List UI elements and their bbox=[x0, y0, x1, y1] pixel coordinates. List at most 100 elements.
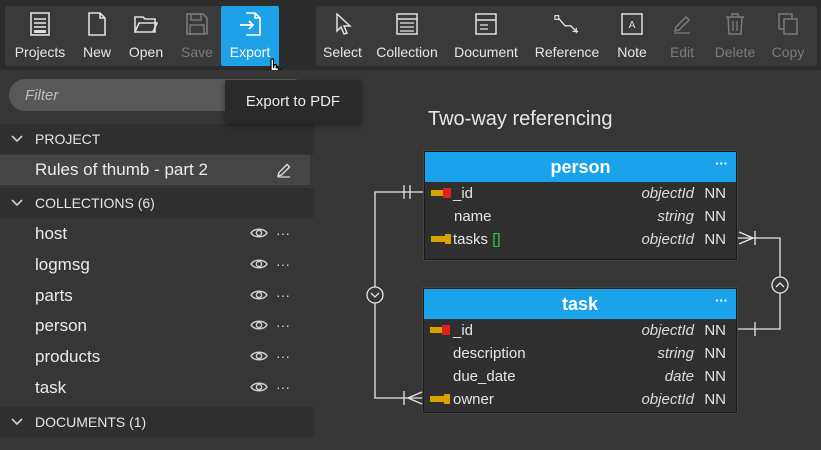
note-button[interactable]: A Note bbox=[607, 6, 657, 66]
pencil-icon bbox=[669, 11, 695, 37]
field-row[interactable]: _id objectId NN bbox=[425, 182, 736, 205]
collection-name: products bbox=[35, 347, 101, 366]
collections-section-header[interactable]: COLLECTIONS (6) bbox=[0, 188, 314, 218]
delete-label: Delete bbox=[714, 44, 756, 60]
field-type: objectId bbox=[641, 322, 694, 339]
field-nn: NN bbox=[704, 368, 726, 385]
more-icon[interactable]: ··· bbox=[276, 349, 290, 363]
collection-label: Collection bbox=[376, 44, 438, 60]
collection-item-host[interactable]: host ··· bbox=[0, 219, 314, 249]
field-type: string bbox=[657, 208, 694, 225]
project-section-header[interactable]: PROJECT bbox=[0, 124, 314, 154]
save-button[interactable]: Save bbox=[173, 6, 221, 66]
save-label: Save bbox=[181, 44, 213, 60]
primary-key-icon bbox=[430, 325, 450, 335]
collection-name: host bbox=[35, 224, 68, 243]
collection-item-logmsg[interactable]: logmsg ··· bbox=[0, 250, 314, 280]
open-button[interactable]: Open bbox=[119, 6, 173, 66]
app-window: Projects New Open Save Export Select Col… bbox=[0, 0, 821, 450]
field-name: _id bbox=[453, 322, 474, 339]
projects-label: Projects bbox=[14, 44, 66, 60]
edit-button[interactable]: Edit bbox=[657, 6, 707, 66]
field-nn: NN bbox=[704, 391, 726, 408]
field-row[interactable]: name string NN bbox=[425, 205, 736, 228]
primary-key-icon bbox=[431, 188, 451, 198]
toolbar-tools-group: Select Collection Document Reference A N… bbox=[316, 6, 817, 66]
field-nn: NN bbox=[704, 231, 726, 248]
edit-label: Edit bbox=[669, 44, 695, 60]
eye-icon[interactable] bbox=[250, 288, 268, 302]
svg-text:A: A bbox=[629, 20, 636, 31]
more-icon[interactable]: ··· bbox=[276, 288, 290, 302]
collection-button[interactable]: Collection bbox=[369, 6, 445, 66]
collection-name: task bbox=[35, 378, 67, 397]
eye-icon[interactable] bbox=[250, 349, 268, 363]
more-icon[interactable]: ··· bbox=[276, 226, 290, 240]
diagram-canvas[interactable]: Two-way referencing person ··· _id objec… bbox=[314, 70, 821, 450]
field-row[interactable]: description string NN bbox=[424, 342, 736, 365]
field-nn: NN bbox=[704, 345, 726, 362]
eye-icon[interactable] bbox=[250, 257, 268, 271]
reference-button[interactable]: Reference bbox=[527, 6, 607, 66]
entity-task[interactable]: task ··· _id objectId NN description str… bbox=[423, 288, 737, 413]
entity-name: person bbox=[550, 156, 611, 177]
project-name: Rules of thumb - part 2 bbox=[35, 160, 208, 179]
copy-icon bbox=[775, 11, 801, 37]
field-nn: NN bbox=[704, 208, 726, 225]
field-type: objectId bbox=[641, 391, 694, 408]
field-row[interactable]: tasks [] objectId NN bbox=[425, 228, 736, 251]
document-button[interactable]: Document bbox=[445, 6, 527, 66]
field-row[interactable]: due_date date NN bbox=[424, 365, 736, 388]
reference-label: Reference bbox=[534, 44, 600, 60]
eye-icon[interactable] bbox=[250, 226, 268, 240]
field-nn: NN bbox=[704, 185, 726, 202]
more-icon[interactable]: ··· bbox=[276, 257, 290, 271]
entity-header[interactable]: person ··· bbox=[425, 152, 736, 182]
project-item[interactable]: Rules of thumb - part 2 bbox=[0, 155, 310, 185]
entity-header[interactable]: task ··· bbox=[424, 289, 736, 319]
entity-name: task bbox=[561, 293, 599, 314]
eye-icon[interactable] bbox=[250, 380, 268, 394]
note-icon: A bbox=[619, 11, 645, 37]
copy-button[interactable]: Copy bbox=[763, 6, 813, 66]
entity-menu-icon[interactable]: ··· bbox=[715, 156, 728, 171]
collection-name: parts bbox=[35, 286, 73, 305]
reference-icon bbox=[554, 11, 580, 37]
new-button[interactable]: New bbox=[75, 6, 119, 66]
collapse-up-icon[interactable] bbox=[771, 276, 789, 294]
eye-icon[interactable] bbox=[250, 318, 268, 332]
field-row[interactable]: owner objectId NN bbox=[424, 388, 736, 411]
document-icon bbox=[473, 11, 499, 37]
foreign-key-icon bbox=[430, 394, 450, 404]
main-toolbar: Projects New Open Save Export Select Col… bbox=[0, 0, 821, 81]
edit-project-icon[interactable] bbox=[276, 162, 292, 178]
export-icon bbox=[237, 11, 263, 37]
entity-person[interactable]: person ··· _id objectId NN name string N… bbox=[424, 151, 737, 260]
field-nn: NN bbox=[704, 322, 726, 339]
collection-item-person[interactable]: person ··· bbox=[0, 311, 314, 341]
export-tooltip: Export to PDF bbox=[225, 80, 361, 123]
collection-item-parts[interactable]: parts ··· bbox=[0, 281, 314, 311]
field-row[interactable]: _id objectId NN bbox=[424, 319, 736, 342]
collapse-down-icon[interactable] bbox=[366, 286, 384, 304]
delete-button[interactable]: Delete bbox=[707, 6, 763, 66]
filter-placeholder: Filter bbox=[25, 86, 59, 104]
collection-icon bbox=[394, 11, 420, 37]
project-section-title: PROJECT bbox=[35, 131, 101, 147]
collection-item-task[interactable]: task ··· bbox=[0, 373, 314, 403]
field-name: tasks bbox=[453, 231, 489, 248]
trash-icon bbox=[722, 11, 748, 37]
entity-menu-icon[interactable]: ··· bbox=[715, 293, 728, 308]
field-type: objectId bbox=[641, 231, 694, 248]
projects-button[interactable]: Projects bbox=[5, 6, 75, 66]
more-icon[interactable]: ··· bbox=[276, 380, 290, 394]
field-name: owner bbox=[453, 391, 494, 408]
export-button[interactable]: Export bbox=[221, 6, 282, 81]
toolbar-file-group: Projects New Open Save Export bbox=[5, 6, 282, 81]
more-icon[interactable]: ··· bbox=[276, 318, 290, 332]
documents-section-header[interactable]: DOCUMENTS (1) bbox=[0, 407, 314, 437]
collection-item-products[interactable]: products ··· bbox=[0, 342, 314, 372]
sidebar: Filter PROJECT Rules of thumb - part 2 C… bbox=[0, 70, 314, 450]
select-button[interactable]: Select bbox=[316, 6, 369, 66]
document-label: Document bbox=[454, 44, 518, 60]
